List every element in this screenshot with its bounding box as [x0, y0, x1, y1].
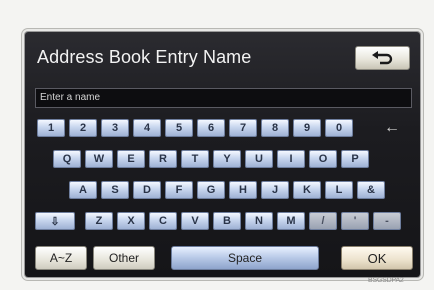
key-2[interactable]: 2 — [69, 119, 97, 137]
key-f[interactable]: F — [165, 181, 193, 199]
other-button[interactable]: Other — [93, 246, 155, 270]
back-button[interactable] — [355, 46, 410, 70]
key-k[interactable]: K — [293, 181, 321, 199]
space-button[interactable]: Space — [171, 246, 319, 270]
key-6[interactable]: 6 — [197, 119, 225, 137]
key-e[interactable]: E — [117, 150, 145, 168]
key-g[interactable]: G — [197, 181, 225, 199]
key-i[interactable]: I — [277, 150, 305, 168]
key-t[interactable]: T — [181, 150, 209, 168]
key-s[interactable]: S — [101, 181, 129, 199]
key-l[interactable]: L — [325, 181, 353, 199]
key-slash[interactable]: / — [309, 212, 337, 230]
key-q[interactable]: Q — [53, 150, 81, 168]
az-button[interactable]: A~Z — [35, 246, 87, 270]
key-3[interactable]: 3 — [101, 119, 129, 137]
key-z[interactable]: Z — [85, 212, 113, 230]
key-4[interactable]: 4 — [133, 119, 161, 137]
return-arrow-icon — [371, 51, 392, 65]
key-m[interactable]: M — [277, 212, 305, 230]
key-w[interactable]: W — [85, 150, 113, 168]
key-8[interactable]: 8 — [261, 119, 289, 137]
key-ampersand[interactable]: & — [357, 181, 385, 199]
key-a[interactable]: A — [69, 181, 97, 199]
key-hyphen[interactable]: - — [373, 212, 401, 230]
entry-screen: Address Book Entry Name Enter a name 1 2… — [25, 32, 420, 277]
key-h[interactable]: H — [229, 181, 257, 199]
key-o[interactable]: O — [309, 150, 337, 168]
backspace-key[interactable]: ← — [380, 120, 404, 136]
image-code-label: BSGSDPA2 — [368, 277, 404, 284]
key-0[interactable]: 0 — [325, 119, 353, 137]
ok-button[interactable]: OK — [341, 246, 413, 270]
key-n[interactable]: N — [245, 212, 273, 230]
key-d[interactable]: D — [133, 181, 161, 199]
key-v[interactable]: V — [181, 212, 209, 230]
key-9[interactable]: 9 — [293, 119, 321, 137]
key-y[interactable]: Y — [213, 150, 241, 168]
shift-key[interactable]: ⇩ — [35, 212, 75, 230]
key-5[interactable]: 5 — [165, 119, 193, 137]
name-input[interactable]: Enter a name — [35, 88, 412, 108]
key-r[interactable]: R — [149, 150, 177, 168]
key-j[interactable]: J — [261, 181, 289, 199]
key-apostrophe[interactable]: ' — [341, 212, 369, 230]
key-u[interactable]: U — [245, 150, 273, 168]
key-p[interactable]: P — [341, 150, 369, 168]
key-7[interactable]: 7 — [229, 119, 257, 137]
key-x[interactable]: X — [117, 212, 145, 230]
bottom-bar: A~Z Other Space OK — [31, 246, 415, 272]
key-1[interactable]: 1 — [37, 119, 65, 137]
key-c[interactable]: C — [149, 212, 177, 230]
page-title: Address Book Entry Name — [37, 47, 252, 67]
key-b[interactable]: B — [213, 212, 241, 230]
